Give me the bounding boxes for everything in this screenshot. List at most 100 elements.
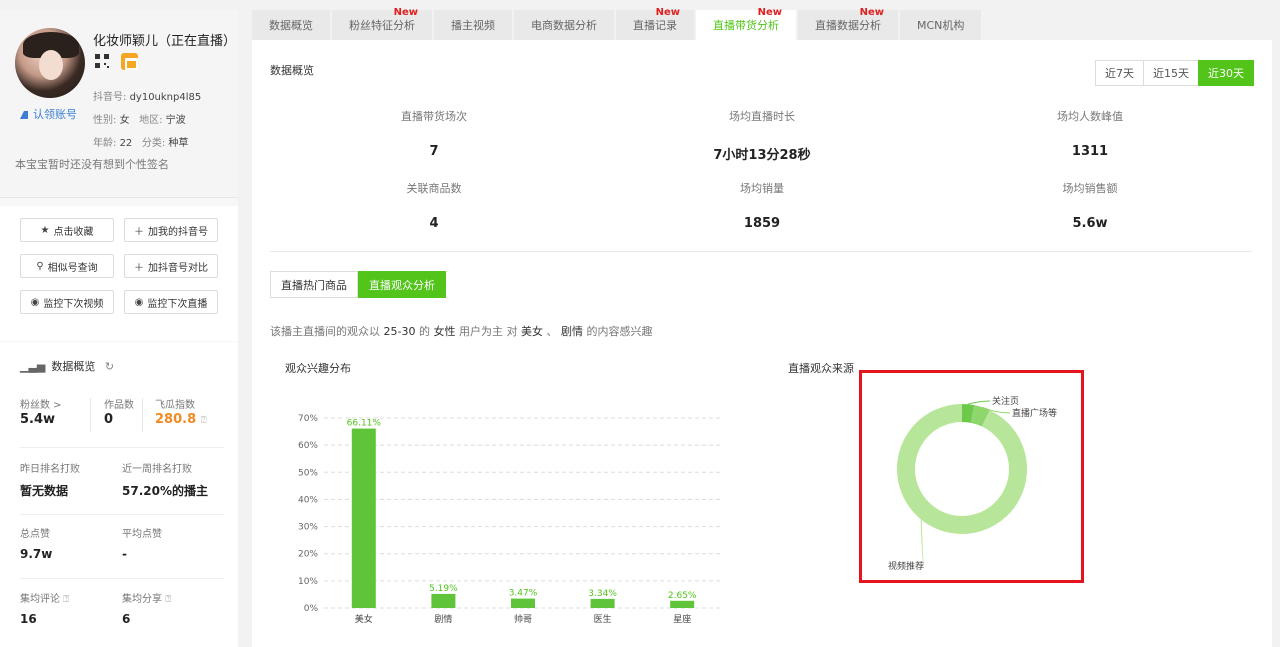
help-icon[interactable]: ⍰ (165, 594, 171, 605)
date-range-selector: 近7天 近15天 近30天 (1095, 60, 1254, 86)
x-tick-label: 剧情 (434, 613, 452, 625)
kpi-products: 关联商品数 4 (334, 180, 534, 231)
monitor-video-button[interactable]: ◉ 监控下次视频 (20, 290, 114, 314)
monitor-icon: ◉ (30, 296, 40, 308)
tab-overview[interactable]: 数据概览 (252, 10, 330, 40)
avg-likes-label: 平均点赞 (122, 529, 162, 540)
tab-ecommerce[interactable]: 电商数据分析 (514, 10, 614, 40)
flag-icon (20, 111, 28, 119)
tab-videos[interactable]: 播主视频 (434, 10, 512, 40)
douyin-id: 抖音号: dy10uknp4l85 (93, 88, 201, 103)
tab-live-sales[interactable]: 直播带货分析 New (696, 7, 796, 40)
kpi-label: 场均直播时长 (729, 110, 795, 123)
kpi-label: 场均销售额 (1062, 182, 1118, 195)
summary-text: 用户为主 对 (458, 325, 518, 338)
qrcode-icon[interactable] (95, 54, 109, 68)
tab-live-records[interactable]: 直播记录 New (616, 7, 694, 40)
kpi-value: 5.6w (1072, 216, 1108, 231)
add-compare-label: 加抖音号对比 (148, 262, 208, 274)
gender-value: 女 (119, 115, 130, 126)
avatar[interactable] (15, 28, 85, 98)
region-label: 地区: (139, 115, 163, 126)
help-icon[interactable]: ⍰ (63, 594, 69, 605)
avg-shares-label-text: 集均分享 (122, 594, 162, 605)
chart-icon: ▁▃▅ (20, 360, 46, 373)
bar[interactable] (511, 598, 535, 608)
x-tick-label: 医生 (594, 613, 612, 625)
bar-value-label: 5.19% (429, 584, 458, 594)
kpi-value: 1859 (743, 216, 781, 231)
add-account-button[interactable]: ＋ 加我的抖音号 (124, 218, 218, 242)
y-tick-label: 10% (298, 577, 318, 587)
age-label: 年龄: (93, 138, 117, 149)
yesterday-rank-label: 昨日排名打败 (20, 464, 80, 475)
avg-shares-label: 集均分享 ⍰ (122, 590, 171, 605)
y-tick-label: 50% (298, 468, 318, 478)
age-value: 22 (119, 138, 133, 149)
bar[interactable] (590, 598, 615, 608)
summary-text: 的内容感兴趣 (586, 325, 653, 338)
new-badge: New (757, 7, 782, 18)
category-label: 分类: (141, 138, 166, 149)
similar-search-button[interactable]: ⚲ 相似号查询 (20, 254, 114, 278)
yesterday-rank-value: 暂无数据 (20, 484, 69, 498)
kpi-avg-revenue: 场均销售额 5.6w (990, 180, 1190, 231)
shop-icon[interactable] (121, 53, 138, 70)
tab-label: MCN机构 (917, 19, 965, 32)
highlight-box (859, 370, 1084, 583)
avg-comments-label: 集均评论 ⍰ (20, 590, 69, 605)
bar[interactable] (431, 593, 456, 608)
week-rank-value: 57.20%的播主 (122, 484, 208, 498)
signature: 本宝宝暂时还没有想到个性签名 (15, 158, 169, 171)
bar[interactable] (351, 428, 376, 608)
tab-live-data[interactable]: 直播数据分析 New (798, 7, 898, 40)
tab-fans-analysis[interactable]: 粉丝特征分析 New (332, 7, 432, 40)
y-tick-label: 40% (298, 495, 318, 505)
claim-account-link[interactable]: 认领账号 (20, 106, 77, 122)
range-7-days-button[interactable]: 近7天 (1095, 60, 1144, 86)
divider (142, 398, 143, 432)
star-icon: ★ (40, 224, 50, 236)
avg-shares-value: 6 (122, 612, 131, 626)
x-tick-label: 美女 (355, 613, 373, 625)
x-tick-label: 星座 (673, 613, 691, 625)
feigua-label: 飞瓜指数 (155, 400, 195, 411)
region-value: 宁波 (165, 115, 186, 126)
y-tick-label: 30% (298, 523, 318, 533)
similar-search-label: 相似号查询 (47, 262, 98, 274)
douyin-id-value: dy10uknp4l85 (129, 92, 202, 103)
bar-value-label: 2.65% (668, 591, 697, 601)
range-15-days-button[interactable]: 近15天 (1143, 60, 1199, 86)
subtab-hot-products[interactable]: 直播热门商品 (270, 271, 358, 298)
new-badge: New (859, 7, 884, 18)
subtab-audience-analysis[interactable]: 直播观众分析 (358, 271, 446, 298)
range-30-days-button[interactable]: 近30天 (1198, 60, 1254, 86)
profile-name: 化妆师颖儿（正在直播） (93, 34, 237, 49)
avg-comments-value: 16 (20, 612, 37, 626)
add-compare-button[interactable]: ＋ 加抖音号对比 (124, 254, 218, 278)
works-value: 0 (104, 412, 114, 427)
x-tick-label: 帅哥 (514, 613, 532, 625)
feigua-number: 280.8 (155, 412, 197, 427)
total-likes-value: 9.7w (20, 547, 53, 561)
works-label: 作品数 (104, 400, 134, 411)
source-chart-title: 直播观众来源 (788, 362, 854, 375)
y-tick-label: 60% (298, 441, 318, 451)
action-panel: ★ 点击收藏 ＋加我的抖音号 ⚲ 相似号查询 ＋加抖音号对比 ◉ 监控下次视频 ◉ 监控… (0, 206, 238, 341)
tab-mcn[interactable]: MCN机构 (900, 10, 982, 40)
monitor-live-button[interactable]: ◉ 监控下次直播 (124, 290, 218, 314)
summary-age: 25-30 (383, 325, 416, 338)
kpi-peak-viewers: 场均人数峰值 1311 (990, 108, 1190, 159)
profile-sidebar: 化妆师颖儿（正在直播） 抖音号: dy10uknp4l85 性别: 女 地区: … (0, 10, 238, 647)
favorite-label: 点击收藏 (53, 226, 94, 238)
summary-gender: 女性 (433, 325, 456, 338)
kpi-avg-sales: 场均销量 1859 (662, 180, 862, 231)
refresh-icon[interactable]: ↻ (105, 360, 114, 373)
bar[interactable] (670, 600, 695, 608)
fans-label[interactable]: 粉丝数 > (20, 396, 62, 411)
help-icon[interactable]: ⍰ (201, 415, 207, 426)
total-likes-label: 总点赞 (20, 529, 50, 540)
favorite-button[interactable]: ★ 点击收藏 (20, 218, 114, 242)
kpi-label: 关联商品数 (406, 182, 462, 195)
analysis-subtabs: 直播热门商品 直播观众分析 (270, 271, 446, 298)
